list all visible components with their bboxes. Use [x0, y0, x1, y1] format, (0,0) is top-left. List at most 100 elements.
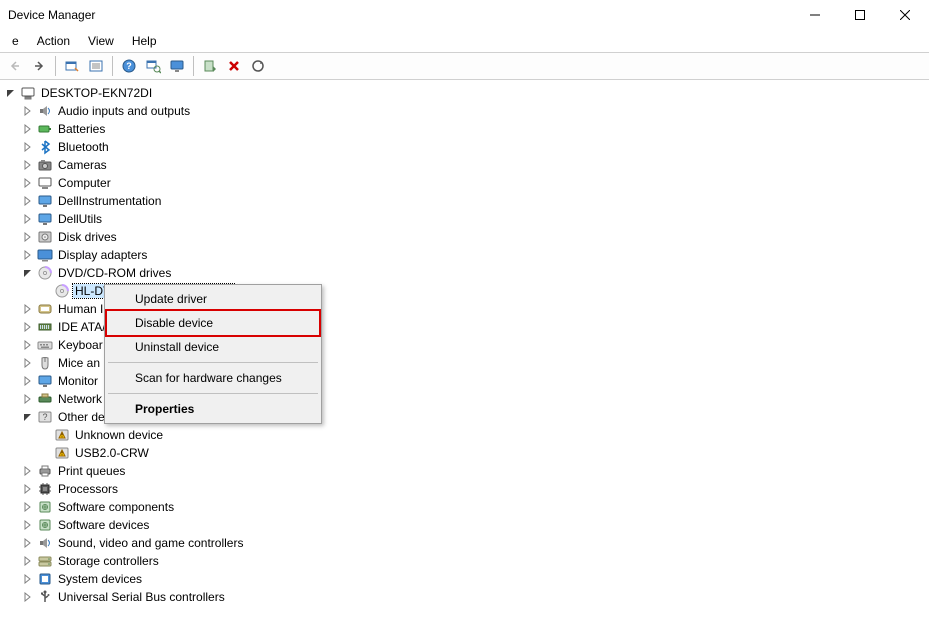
expand-icon[interactable] [21, 410, 35, 424]
tree-category-label: Keyboar [56, 338, 105, 352]
toolbar-properties-button[interactable] [61, 55, 83, 77]
toolbar-scan-button[interactable] [142, 55, 164, 77]
tree-root-label: DESKTOP-EKN72DI [39, 86, 154, 100]
menu-action[interactable]: Action [29, 32, 78, 50]
tree-category-label: Cameras [56, 158, 109, 172]
tree-category[interactable]: Storage controllers [21, 552, 929, 570]
expand-icon[interactable] [21, 590, 35, 604]
tree-category[interactable]: Computer [21, 174, 929, 192]
cpu-icon [37, 481, 53, 497]
tree-category[interactable]: Software components [21, 498, 929, 516]
tree-category[interactable]: DellUtils [21, 210, 929, 228]
expand-icon[interactable] [21, 464, 35, 478]
network-icon [37, 391, 53, 407]
toolbar-separator [55, 56, 56, 76]
tree-category[interactable]: System devices [21, 570, 929, 588]
expand-icon[interactable] [21, 248, 35, 262]
tree-category-label: DVD/CD-ROM drives [56, 266, 173, 280]
toolbar-show-hidden-button[interactable] [166, 55, 188, 77]
minimize-button[interactable] [792, 0, 837, 30]
tree-category-label: Mice an [56, 356, 102, 370]
battery-icon [37, 121, 53, 137]
close-button[interactable] [882, 0, 927, 30]
tree-category[interactable]: Processors [21, 480, 929, 498]
tree-category[interactable]: Bluetooth [21, 138, 929, 156]
expand-icon[interactable] [21, 482, 35, 496]
expand-icon[interactable] [21, 356, 35, 370]
tree-category[interactable]: DellInstrumentation [21, 192, 929, 210]
display-icon [37, 247, 53, 263]
tree-category[interactable]: Audio inputs and outputs [21, 102, 929, 120]
context-menu-item[interactable]: Update driver [107, 287, 319, 311]
menu-view[interactable]: View [80, 32, 122, 50]
context-menu: Update driverDisable deviceUninstall dev… [104, 284, 322, 424]
menu-bar: e Action View Help [0, 30, 929, 52]
expand-icon[interactable] [21, 374, 35, 388]
expand-icon[interactable] [21, 338, 35, 352]
context-menu-item[interactable]: Uninstall device [107, 335, 319, 359]
monitor-icon [37, 193, 53, 209]
tree-category[interactable]: Batteries [21, 120, 929, 138]
tree-category[interactable]: DVD/CD-ROM drives [21, 264, 929, 282]
tree-category-label: Network [56, 392, 104, 406]
expand-icon[interactable] [21, 554, 35, 568]
expand-icon[interactable] [21, 212, 35, 226]
toolbar-enable-button[interactable] [199, 55, 221, 77]
storage-icon [37, 553, 53, 569]
camera-icon [37, 157, 53, 173]
toolbar-update-button[interactable] [247, 55, 269, 77]
expand-icon[interactable] [21, 176, 35, 190]
tree-category-label: Bluetooth [56, 140, 111, 154]
toolbar-separator [112, 56, 113, 76]
expand-icon[interactable] [21, 104, 35, 118]
toolbar-uninstall-button[interactable] [223, 55, 245, 77]
menu-help[interactable]: Help [124, 32, 165, 50]
tree-category[interactable]: Universal Serial Bus controllers [21, 588, 929, 606]
menu-file[interactable]: e [4, 32, 27, 50]
tree-category[interactable]: Display adapters [21, 246, 929, 264]
expand-icon[interactable] [21, 518, 35, 532]
printer-icon [37, 463, 53, 479]
tree-category[interactable]: Sound, video and game controllers [21, 534, 929, 552]
expand-icon[interactable] [21, 194, 35, 208]
toolbar-forward-button[interactable] [28, 55, 50, 77]
tree-category[interactable]: Cameras [21, 156, 929, 174]
tree-root-node[interactable]: DESKTOP-EKN72DI [4, 84, 929, 102]
expand-icon[interactable] [21, 500, 35, 514]
tree-category[interactable]: Software devices [21, 516, 929, 534]
expand-icon[interactable] [21, 266, 35, 280]
tree-device-label: USB2.0-CRW [73, 446, 151, 460]
context-menu-item[interactable]: Scan for hardware changes [107, 366, 319, 390]
expand-icon[interactable] [21, 122, 35, 136]
toolbar-list-button[interactable] [85, 55, 107, 77]
expand-icon[interactable] [21, 536, 35, 550]
tree-category-label: Sound, video and game controllers [56, 536, 245, 550]
tree-category-label: Universal Serial Bus controllers [56, 590, 227, 604]
toolbar-help-button[interactable] [118, 55, 140, 77]
expand-icon[interactable] [21, 572, 35, 586]
ide-icon [37, 319, 53, 335]
warn-icon [54, 427, 70, 443]
expand-icon[interactable] [21, 302, 35, 316]
tree-device[interactable]: USB2.0-CRW [38, 444, 929, 462]
tree-category-label: Computer [56, 176, 113, 190]
tree-category-label: Display adapters [56, 248, 149, 262]
soft-icon [37, 517, 53, 533]
context-menu-separator [108, 393, 318, 394]
maximize-button[interactable] [837, 0, 882, 30]
computer-icon [20, 85, 36, 101]
tree-category[interactable]: Disk drives [21, 228, 929, 246]
system-icon [37, 571, 53, 587]
warn-icon [54, 445, 70, 461]
expand-icon[interactable] [21, 140, 35, 154]
expand-icon[interactable] [21, 392, 35, 406]
expand-icon[interactable] [21, 158, 35, 172]
expand-icon[interactable] [4, 86, 18, 100]
tree-device[interactable]: Unknown device [38, 426, 929, 444]
context-menu-item[interactable]: Properties [107, 397, 319, 421]
tree-category-label: Audio inputs and outputs [56, 104, 192, 118]
tree-category[interactable]: Print queues [21, 462, 929, 480]
context-menu-item[interactable]: Disable device [107, 311, 319, 335]
expand-icon[interactable] [21, 320, 35, 334]
expand-icon[interactable] [21, 230, 35, 244]
